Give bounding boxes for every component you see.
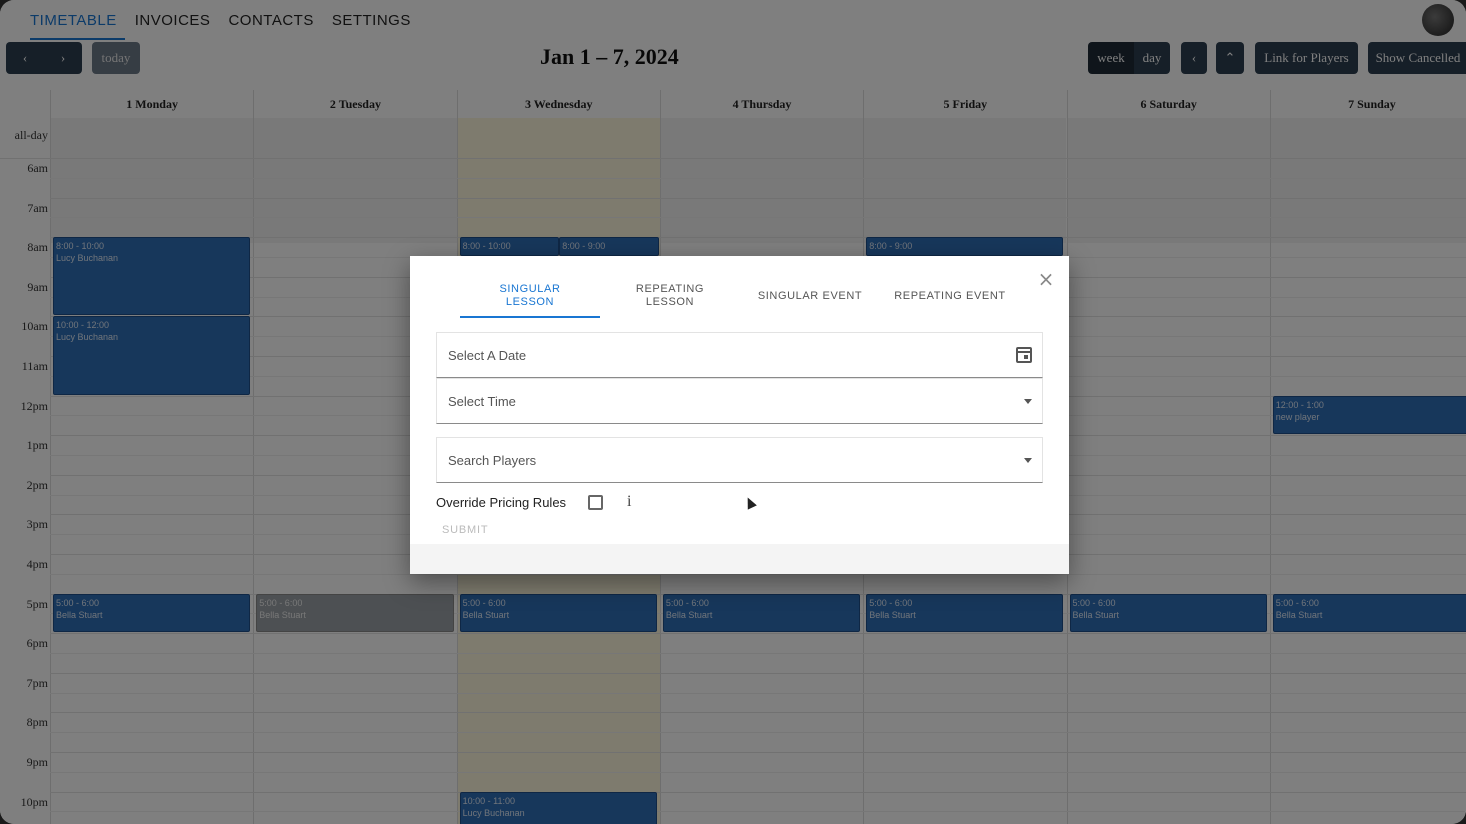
- info-icon[interactable]: i: [627, 493, 631, 511]
- players-search[interactable]: Search Players: [436, 437, 1043, 483]
- date-field-placeholder: Select A Date: [448, 347, 527, 363]
- chevron-down-icon: [1024, 452, 1032, 463]
- submit-button[interactable]: SUBMIT: [442, 524, 488, 536]
- override-pricing-row: Override Pricing Rules i: [436, 492, 632, 512]
- calendar-icon[interactable]: [1016, 347, 1032, 363]
- tab-singular-lesson[interactable]: SINGULAR LESSON: [460, 274, 600, 318]
- dialog-tabs: SINGULAR LESSON REPEATING LESSON SINGULA…: [460, 274, 1020, 318]
- date-field[interactable]: Select A Date: [436, 332, 1043, 378]
- app-window: TIMETABLE INVOICES CONTACTS SETTINGS ‹ ›…: [0, 0, 1466, 824]
- tab-singular-event-label: SINGULAR EVENT: [757, 289, 863, 302]
- override-pricing-label: Override Pricing Rules: [436, 494, 567, 510]
- tab-singular-event[interactable]: SINGULAR EVENT: [740, 274, 880, 318]
- tab-repeating-event-label: REPEATING EVENT: [894, 289, 1006, 302]
- chevron-down-icon: [1024, 393, 1032, 404]
- players-search-placeholder: Search Players: [448, 452, 537, 468]
- add-booking-dialog: × SINGULAR LESSON REPEATING LESSON SINGU…: [410, 256, 1069, 574]
- close-icon[interactable]: ×: [1037, 269, 1055, 289]
- time-select-placeholder: Select Time: [448, 393, 516, 409]
- tab-repeating-event[interactable]: REPEATING EVENT: [880, 274, 1020, 318]
- tab-repeating-lesson-label: REPEATING LESSON: [635, 283, 705, 308]
- tab-singular-lesson-label: SINGULAR LESSON: [499, 283, 561, 308]
- override-pricing-checkbox[interactable]: [588, 494, 604, 510]
- time-select[interactable]: Select Time: [436, 378, 1043, 424]
- tab-repeating-lesson[interactable]: REPEATING LESSON: [600, 274, 740, 318]
- dialog-footer: [410, 544, 1069, 574]
